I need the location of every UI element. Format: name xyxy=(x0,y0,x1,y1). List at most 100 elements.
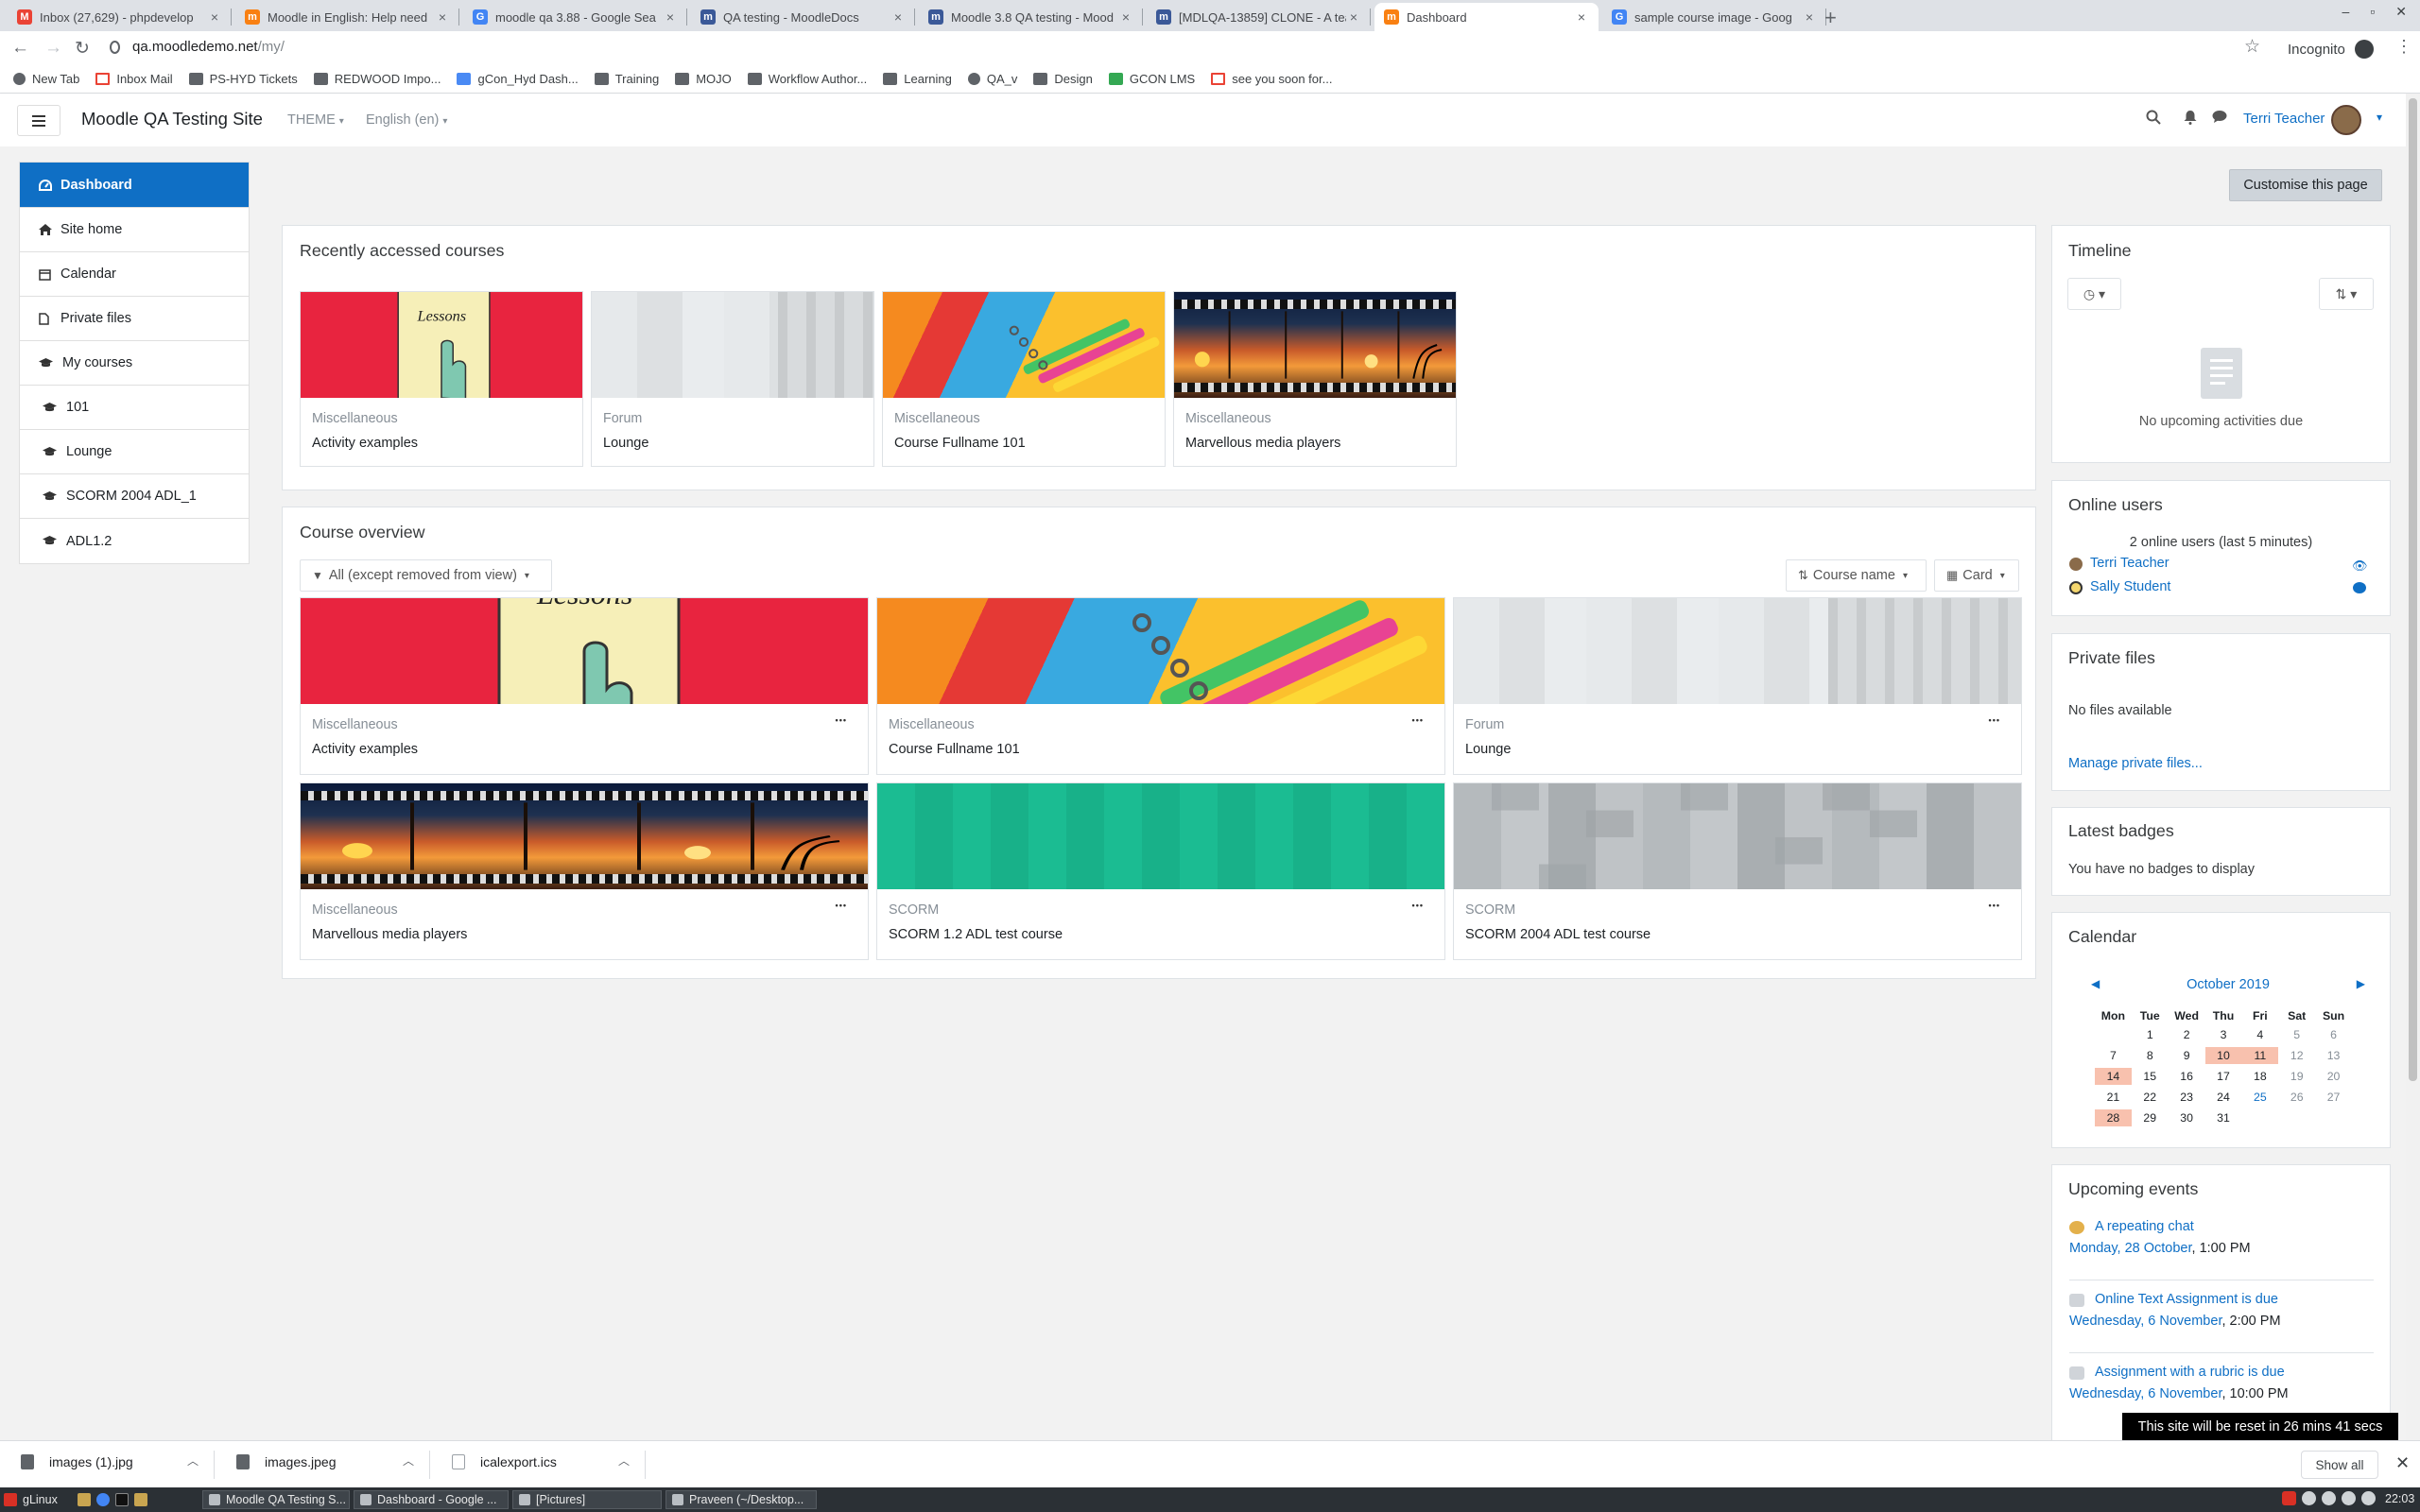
course-image[interactable] xyxy=(877,783,1444,889)
terminal-icon[interactable] xyxy=(115,1493,129,1506)
overview-course-card[interactable]: SCORM SCORM 1.2 ADL test course ••• xyxy=(876,782,1445,960)
calendar-day[interactable]: 24 xyxy=(2205,1089,2242,1106)
maximize-icon[interactable]: ▫ xyxy=(2370,4,2375,20)
message-icon[interactable] xyxy=(2353,582,2366,593)
course-actions-menu-icon[interactable]: ••• xyxy=(1989,901,2000,910)
nav-item-calendar[interactable]: Calendar xyxy=(20,252,249,297)
next-month-icon[interactable]: ▶ xyxy=(2357,977,2365,992)
recent-course-card[interactable]: Forum Lounge xyxy=(591,291,874,467)
online-user-link[interactable]: Terri Teacher xyxy=(2090,556,2169,571)
overview-course-card[interactable]: Miscellaneous Course Fullname 101 ••• xyxy=(876,597,1445,775)
tab-close-icon[interactable]: × xyxy=(1118,9,1133,25)
upcoming-event-link[interactable]: Assignment with a rubric is due xyxy=(2069,1365,2381,1380)
tab-close-icon[interactable]: × xyxy=(1346,9,1361,25)
tab-close-icon[interactable]: × xyxy=(1574,9,1589,25)
download-item[interactable]: images.jpeg ︿ xyxy=(236,1454,414,1469)
bookmark-item[interactable]: gCon_Hyd Dash... xyxy=(457,72,579,86)
calendar-day[interactable]: 17 xyxy=(2205,1068,2242,1085)
prev-month-icon[interactable]: ◀ xyxy=(2091,977,2100,992)
calendar-day[interactable]: 16 xyxy=(2169,1068,2205,1085)
course-image[interactable]: Lessons xyxy=(301,598,868,704)
taskbar-window[interactable]: Moodle QA Testing S... xyxy=(202,1490,350,1509)
upcoming-event-date-link[interactable]: Monday, 28 October xyxy=(2069,1241,2192,1256)
course-actions-menu-icon[interactable]: ••• xyxy=(836,901,847,910)
bookmark-item[interactable]: Workflow Author... xyxy=(747,72,867,86)
calendar-day[interactable]: 2 xyxy=(2169,1026,2205,1043)
calendar-day[interactable]: 23 xyxy=(2169,1089,2205,1106)
bookmark-item[interactable]: PS-HYD Tickets xyxy=(188,72,298,86)
bookmark-item[interactable]: New Tab xyxy=(13,72,79,86)
taskbar-window[interactable]: Praveen (~/Desktop... xyxy=(666,1490,817,1509)
overview-course-card[interactable]: Lessons Miscellaneous Activity examples ••• xyxy=(300,597,869,775)
calendar-day[interactable]: 29 xyxy=(2132,1109,2169,1126)
browser-tab[interactable]: m Moodle 3.8 QA testing - Mood × xyxy=(919,3,1143,31)
calendar-day[interactable]: 26 xyxy=(2278,1089,2315,1106)
taskbar-window[interactable]: Dashboard - Google ... xyxy=(354,1490,509,1509)
calendar-day[interactable]: 13 xyxy=(2315,1047,2352,1064)
calendar-day[interactable]: 20 xyxy=(2315,1068,2352,1085)
course-image[interactable] xyxy=(592,292,873,398)
calendar-day[interactable]: 11 xyxy=(2241,1047,2279,1064)
update-icon[interactable] xyxy=(2302,1491,2316,1505)
calendar-day[interactable]: 21 xyxy=(2095,1089,2132,1106)
tray-app-icon[interactable] xyxy=(2282,1491,2296,1505)
calendar-day[interactable]: 7 xyxy=(2095,1047,2132,1064)
course-image[interactable] xyxy=(883,292,1165,398)
course-image[interactable] xyxy=(301,783,868,889)
chevron-up-icon[interactable]: ︿ xyxy=(403,1452,414,1469)
browser-menu-icon[interactable]: ⋮ xyxy=(2395,37,2412,57)
theme-menu[interactable]: THEME ▾ xyxy=(287,112,344,128)
clock[interactable]: 22:03 xyxy=(2385,1492,2414,1505)
files-icon[interactable] xyxy=(78,1493,91,1506)
minimize-icon[interactable]: – xyxy=(2342,4,2350,20)
chrome-icon[interactable] xyxy=(96,1493,110,1506)
calendar-day[interactable]: 15 xyxy=(2132,1068,2169,1085)
bookmark-item[interactable]: Inbox Mail xyxy=(95,72,173,86)
download-item[interactable]: icalexport.ics ︿ xyxy=(452,1454,630,1469)
drawer-toggle-button[interactable] xyxy=(17,105,60,136)
close-shelf-icon[interactable]: ✕ xyxy=(2395,1453,2410,1473)
download-item[interactable]: images (1).jpg ︿ xyxy=(21,1454,199,1469)
upcoming-event-link[interactable]: A repeating chat xyxy=(2069,1219,2381,1234)
language-menu[interactable]: English (en) ▾ xyxy=(366,112,447,128)
course-image[interactable] xyxy=(1174,292,1456,398)
course-image[interactable]: Lessons xyxy=(301,292,582,398)
browser-tab[interactable]: m Dashboard × xyxy=(1374,3,1599,31)
nav-item-101[interactable]: 101 xyxy=(20,386,249,430)
calendar-day[interactable]: 8 xyxy=(2132,1047,2169,1064)
course-name-link[interactable]: Activity examples xyxy=(312,436,418,451)
folder-icon[interactable] xyxy=(134,1493,147,1506)
calendar-day[interactable]: 28 xyxy=(2095,1109,2132,1126)
course-name-link[interactable]: Lounge xyxy=(1465,742,1511,757)
course-name-link[interactable]: SCORM 1.2 ADL test course xyxy=(889,927,1063,942)
tab-close-icon[interactable]: × xyxy=(435,9,450,25)
calendar-day[interactable]: 27 xyxy=(2315,1089,2352,1106)
bookmark-item[interactable]: see you soon for... xyxy=(1211,72,1332,86)
calendar-day[interactable]: 1 xyxy=(2132,1026,2169,1043)
taskbar-window[interactable]: [Pictures] xyxy=(512,1490,662,1509)
course-actions-menu-icon[interactable]: ••• xyxy=(836,715,847,725)
reload-icon[interactable]: ↻ xyxy=(75,38,90,60)
power-icon[interactable] xyxy=(2361,1491,2376,1505)
search-icon[interactable] xyxy=(2146,110,2161,125)
calendar-day[interactable]: 25 xyxy=(2241,1089,2278,1106)
nav-item-lounge[interactable]: Lounge xyxy=(20,430,249,474)
overview-course-card[interactable]: Forum Lounge ••• xyxy=(1453,597,2022,775)
course-name-link[interactable]: Activity examples xyxy=(312,742,418,757)
new-tab-button[interactable]: + xyxy=(1824,6,1837,30)
bookmark-item[interactable]: Design xyxy=(1033,72,1093,86)
calendar-day[interactable]: 22 xyxy=(2132,1089,2169,1106)
tab-close-icon[interactable]: × xyxy=(890,9,906,25)
calendar-day[interactable]: 5 xyxy=(2278,1026,2315,1043)
chevron-up-icon[interactable]: ︿ xyxy=(187,1452,199,1469)
upcoming-event-date-link[interactable]: Wednesday, 6 November xyxy=(2069,1386,2221,1401)
nav-item-private-files[interactable]: Private files xyxy=(20,297,249,341)
show-all-downloads-button[interactable]: Show all xyxy=(2301,1451,2378,1479)
course-view-dropdown[interactable]: ▦ Card ▾ xyxy=(1934,559,2019,592)
nav-item-my-courses[interactable]: My courses xyxy=(20,341,249,386)
upcoming-event-date-link[interactable]: Wednesday, 6 November xyxy=(2069,1314,2221,1329)
messages-icon[interactable] xyxy=(2212,110,2227,124)
bookmark-item[interactable]: QA_v xyxy=(967,72,1017,86)
close-window-icon[interactable]: ✕ xyxy=(2395,4,2407,20)
course-name-link[interactable]: SCORM 2004 ADL test course xyxy=(1465,927,1651,942)
